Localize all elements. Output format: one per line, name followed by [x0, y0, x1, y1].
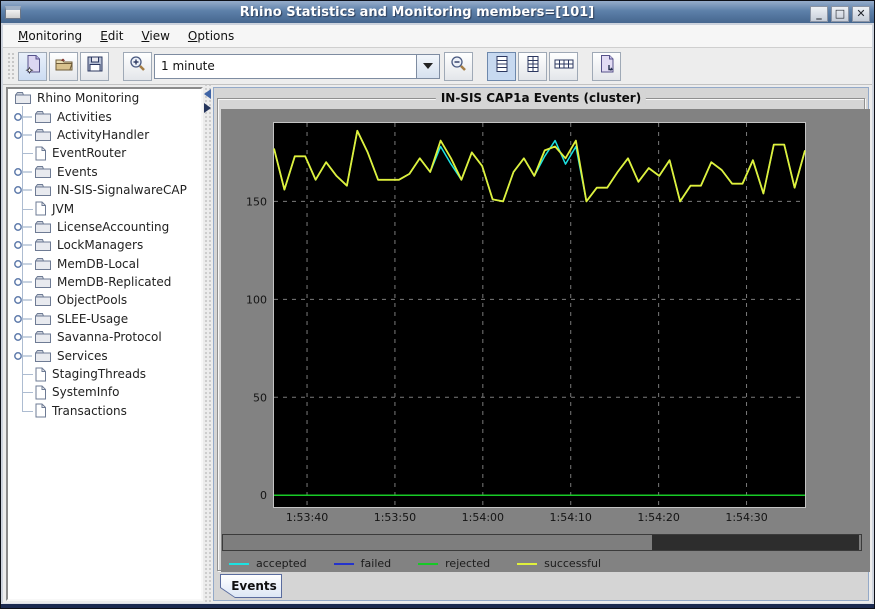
svg-text:1:54:10: 1:54:10	[550, 511, 592, 524]
menu-bar: MonitoringEditViewOptions	[3, 25, 872, 48]
toolbar-grip[interactable]	[7, 52, 14, 80]
window-icon	[5, 6, 21, 19]
tree-item-services[interactable]: Services	[8, 346, 201, 364]
chevron-down-icon	[423, 63, 433, 69]
tree-item-activities[interactable]: Activities	[8, 107, 201, 125]
legend-swatch-failed	[334, 563, 354, 565]
time-series-plot: 0 50 100 150 1:53:40 1:53:50 1:54:00 1:54:10 1:5…	[221, 109, 870, 533]
svg-text:1:54:20: 1:54:20	[637, 511, 679, 524]
legend-item-rejected: rejected	[418, 557, 490, 570]
tree-item-licenseaccounting[interactable]: LicenseAccounting	[8, 218, 201, 236]
toolbar: 1 minute	[3, 48, 872, 85]
tree-item-lockmanagers[interactable]: LockManagers	[8, 236, 201, 254]
svg-text:1:54:30: 1:54:30	[725, 511, 767, 524]
view-table-icon	[553, 54, 575, 78]
svg-text:1:53:40: 1:53:40	[286, 511, 328, 524]
view-two-column-toggle[interactable]	[518, 52, 547, 81]
new-document-icon	[23, 54, 43, 78]
svg-text:1:54:00: 1:54:00	[462, 511, 504, 524]
expand-right-icon[interactable]	[204, 103, 211, 113]
window-title: Rhino Statistics and Monitoring members=…	[27, 5, 807, 20]
close-button[interactable]: ✕	[852, 6, 870, 22]
tree-item-memdb-local[interactable]: MemDB-Local	[8, 255, 201, 273]
zoom-out-icon	[449, 54, 469, 78]
minimize-button[interactable]: _	[810, 6, 828, 22]
window-bottom-border	[1, 603, 874, 608]
tree-item-events[interactable]: Events	[8, 163, 201, 181]
export-icon	[597, 54, 617, 78]
svg-text:1:53:50: 1:53:50	[374, 511, 416, 524]
menu-edit[interactable]: Edit	[91, 26, 132, 46]
save-button[interactable]	[80, 52, 109, 81]
export-button[interactable]	[592, 52, 621, 81]
app-window: Rhino Statistics and Monitoring members=…	[0, 0, 875, 609]
view-table-toggle[interactable]	[549, 52, 578, 81]
window-controls: _□✕	[807, 2, 870, 22]
chart-legend: accepted failed rejected successful	[229, 557, 628, 570]
new-document-button[interactable]	[18, 52, 47, 81]
svg-text:100: 100	[246, 293, 267, 306]
tree-item-in-sis-signalwarecap[interactable]: IN-SIS-SignalwareCAP	[8, 181, 201, 199]
tree-item-savanna-protocol[interactable]: Savanna-Protocol	[8, 328, 201, 346]
legend-item-accepted: accepted	[229, 557, 307, 570]
legend-swatch-successful	[517, 563, 537, 565]
svg-text:50: 50	[253, 391, 267, 404]
titled-chart-container: IN-SIS CAP1a Events (cluster) 0 50 100 150 1…	[214, 88, 868, 574]
view-two-column-icon	[523, 54, 543, 78]
zoom-in-icon	[128, 54, 148, 78]
maximize-button[interactable]: □	[831, 6, 849, 22]
menu-options[interactable]: Options	[179, 26, 243, 46]
chart-panel: IN-SIS CAP1a Events (cluster) 0 50 100 150 1…	[213, 87, 869, 601]
tree-item-activityhandler[interactable]: ActivityHandler	[8, 126, 201, 144]
tree-connector-line	[22, 106, 23, 411]
time-range-scrollbar[interactable]	[222, 534, 862, 551]
tree-item-jvm[interactable]: JVM	[8, 199, 201, 217]
menu-monitoring[interactable]: Monitoring	[9, 26, 91, 46]
scrollbar-thumb[interactable]	[652, 535, 859, 550]
legend-swatch-accepted	[229, 563, 249, 565]
view-single-column-toggle[interactable]	[487, 52, 516, 81]
svg-text:150: 150	[246, 195, 267, 208]
menu-view[interactable]: View	[132, 26, 178, 46]
tree-item-eventrouter[interactable]: EventRouter	[8, 144, 201, 162]
tree-item-memdb-replicated[interactable]: MemDB-Replicated	[8, 273, 201, 291]
monitoring-tree: Rhino MonitoringActivitiesActivityHandle…	[8, 89, 201, 420]
interval-combobox[interactable]: 1 minute	[154, 54, 440, 79]
interval-value[interactable]: 1 minute	[154, 54, 416, 79]
tree-item-stagingthreads[interactable]: StagingThreads	[8, 365, 201, 383]
interval-dropdown-button[interactable]	[416, 54, 440, 79]
tree-item-transactions[interactable]: Transactions	[8, 402, 201, 420]
zoom-in-button[interactable]	[123, 52, 152, 81]
chart-surface: 0 50 100 150 1:53:40 1:53:50 1:54:00 1:54:10 1:5…	[221, 109, 870, 572]
save-icon	[85, 54, 105, 78]
legend-item-failed: failed	[334, 557, 391, 570]
collapse-left-icon[interactable]	[204, 89, 211, 99]
tree-item-rhino-monitoring[interactable]: Rhino Monitoring	[8, 89, 201, 107]
chart-svg: 0 50 100 150 1:53:40 1:53:50 1:54:00 1:54:10 1:5…	[221, 109, 870, 529]
tree-item-systeminfo[interactable]: SystemInfo	[8, 383, 201, 401]
open-button[interactable]	[49, 52, 78, 81]
title-bar[interactable]: Rhino Statistics and Monitoring members=…	[1, 1, 874, 23]
open-folder-icon	[54, 54, 74, 78]
split-divider[interactable]	[203, 85, 213, 603]
chart-title: IN-SIS CAP1a Events (cluster)	[436, 91, 646, 105]
view-single-column-icon	[492, 54, 512, 78]
bottom-tab-strip: Events	[214, 574, 868, 600]
legend-swatch-rejected	[418, 563, 438, 565]
tab-events[interactable]: Events	[220, 574, 282, 598]
tree-item-slee-usage[interactable]: SLEE-Usage	[8, 310, 201, 328]
tab-events-label: Events	[220, 574, 282, 598]
tree-item-objectpools[interactable]: ObjectPools	[8, 291, 201, 309]
svg-text:0: 0	[260, 489, 267, 502]
zoom-out-button[interactable]	[444, 52, 473, 81]
legend-item-successful: successful	[517, 557, 601, 570]
monitoring-tree-panel: Rhino MonitoringActivitiesActivityHandle…	[6, 87, 203, 601]
